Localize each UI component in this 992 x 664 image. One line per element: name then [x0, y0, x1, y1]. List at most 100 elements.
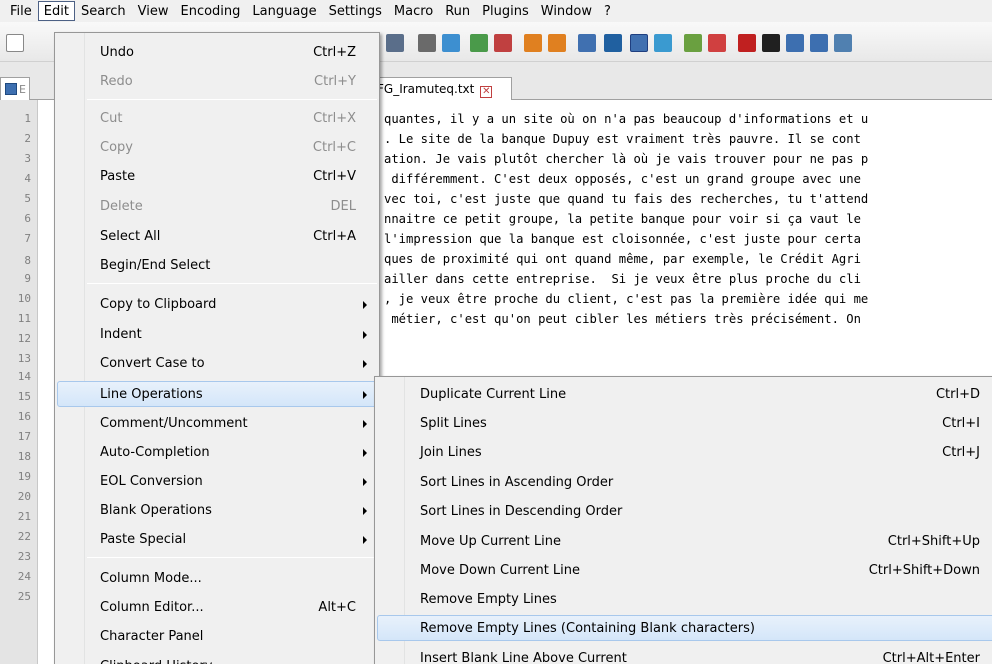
indent-guide-icon[interactable] [630, 34, 648, 52]
menu-window[interactable]: Window [535, 1, 598, 21]
menu-item-shortcut: Ctrl+X [313, 111, 356, 126]
code-line: vec toi, c'est juste que quand tu fais d… [384, 192, 869, 206]
tab-fg-iramuteq[interactable]: FG_Iramuteq.txt ✕ [372, 77, 512, 100]
menu-plugins[interactable]: Plugins [476, 1, 535, 21]
menu-item-copy-to-clipboard[interactable]: Copy to Clipboard [57, 291, 377, 317]
menu-separator [87, 557, 377, 558]
menu-item-column-editor[interactable]: Column Editor... Alt+C [57, 594, 377, 620]
menu-item-label: Redo [100, 74, 133, 89]
menu-item-label: Begin/End Select [100, 258, 211, 273]
menu-item-paste-special[interactable]: Paste Special [57, 526, 377, 552]
menu-run[interactable]: Run [439, 1, 476, 21]
menu-macro[interactable]: Macro [388, 1, 439, 21]
menu-item-begin-end-select[interactable]: Begin/End Select [57, 252, 377, 278]
submenu-arrow-icon [363, 391, 367, 399]
menu-item-select-all[interactable]: Select All Ctrl+A [57, 223, 377, 249]
menu-item-line-operations[interactable]: Line Operations [57, 381, 377, 407]
submenu-item-insert-blank-line-above-current[interactable]: Insert Blank Line Above Current Ctrl+Alt+… [377, 645, 992, 664]
submenu-item-move-up-current-line[interactable]: Move Up Current Line Ctrl+Shift+Up [377, 528, 992, 554]
code-line: ation. Je vais plutôt chercher là où je … [384, 152, 869, 166]
submenu-item-sort-lines-in-ascending-order[interactable]: Sort Lines in Ascending Order [377, 469, 992, 495]
menu-file[interactable]: File [4, 1, 38, 21]
code-line: métier, c'est qu'on peut cibler les méti… [384, 312, 861, 326]
submenu-item-split-lines[interactable]: Split Lines Ctrl+I [377, 410, 992, 436]
show-all-chars-icon[interactable] [604, 34, 622, 52]
menu-edit[interactable]: Edit [37, 1, 75, 21]
menu-item-undo[interactable]: Undo Ctrl+Z [57, 39, 377, 65]
save-macro-icon[interactable] [834, 34, 852, 52]
menu-help[interactable]: ? [598, 1, 617, 21]
tab-partial-label: E [19, 83, 26, 96]
zoom-out-icon[interactable] [494, 34, 512, 52]
find-icon[interactable] [418, 34, 436, 52]
menu-item-column-mode[interactable]: Column Mode... [57, 565, 377, 591]
menu-item-eol-conversion[interactable]: EOL Conversion [57, 468, 377, 494]
replace-icon[interactable] [442, 34, 460, 52]
line-number: 20 [17, 490, 31, 503]
redo-icon[interactable] [386, 34, 404, 52]
menu-item-shortcut: DEL [330, 199, 356, 214]
menu-item-delete[interactable]: Delete DEL [57, 193, 377, 219]
submenu-item-move-down-current-line[interactable]: Move Down Current Line Ctrl+Shift+Down [377, 557, 992, 583]
word-wrap-icon[interactable] [578, 34, 596, 52]
menu-item-label: Convert Case to [100, 356, 205, 371]
menu-item-auto-completion[interactable]: Auto-Completion [57, 439, 377, 465]
close-tab-icon[interactable]: ✕ [480, 86, 493, 98]
menu-item-label: Character Panel [100, 629, 204, 644]
menu-item-copy[interactable]: Copy Ctrl+C [57, 134, 377, 160]
line-number: 5 [24, 192, 31, 205]
line-number: 14 [17, 370, 31, 383]
submenu-arrow-icon [363, 420, 367, 428]
stop-macro-icon[interactable] [762, 34, 780, 52]
submenu-arrow-icon [363, 449, 367, 457]
menu-item-comment-uncomment[interactable]: Comment/Uncomment [57, 410, 377, 436]
menu-item-label: Column Editor... [100, 600, 204, 615]
line-number: 17 [17, 430, 31, 443]
submenu-item-shortcut: Ctrl+Shift+Up [887, 534, 980, 549]
tab-partial[interactable]: E [0, 77, 30, 100]
submenu-item-remove-empty-lines[interactable]: Remove Empty Lines [377, 586, 992, 612]
submenu-item-remove-empty-lines-containing-blank-characters[interactable]: Remove Empty Lines (Containing Blank cha… [377, 615, 992, 641]
play-macro-icon[interactable] [786, 34, 804, 52]
menu-settings[interactable]: Settings [323, 1, 388, 21]
menu-item-label: Undo [100, 45, 134, 60]
line-number: 16 [17, 410, 31, 423]
menu-search[interactable]: Search [75, 1, 132, 21]
submenu-item-sort-lines-in-descending-order[interactable]: Sort Lines in Descending Order [377, 498, 992, 524]
menu-item-redo[interactable]: Redo Ctrl+Y [57, 68, 377, 94]
submenu-item-label: Duplicate Current Line [420, 387, 567, 402]
line-number-gutter: 1 2 3 4 5 6 7 8 9 10 11 12 13 14 15 16 17 18 19 20 21 22 23 24 2… [0, 100, 38, 664]
menu-item-label: Copy [100, 140, 133, 155]
line-number: 6 [24, 212, 31, 225]
sync-horizontal-icon[interactable] [548, 34, 566, 52]
submenu-item-shortcut: Ctrl+I [942, 416, 980, 431]
function-list-icon[interactable] [684, 34, 702, 52]
menu-item-paste[interactable]: Paste Ctrl+V [57, 163, 377, 189]
submenu-item-shortcut: Ctrl+Alt+Enter [882, 651, 980, 664]
folder-workspace-icon[interactable] [708, 34, 726, 52]
menu-item-character-panel[interactable]: Character Panel [57, 623, 377, 649]
menu-item-blank-operations[interactable]: Blank Operations [57, 497, 377, 523]
submenu-item-label: Remove Empty Lines [420, 592, 557, 607]
doc-map-icon[interactable] [654, 34, 672, 52]
sync-vertical-icon[interactable] [524, 34, 542, 52]
menu-item-cut[interactable]: Cut Ctrl+X [57, 105, 377, 131]
menu-item-indent[interactable]: Indent [57, 321, 377, 347]
menu-language[interactable]: Language [246, 1, 322, 21]
submenu-item-join-lines[interactable]: Join Lines Ctrl+J [377, 439, 992, 465]
line-number: 22 [17, 530, 31, 543]
menu-item-shortcut: Ctrl+Z [313, 45, 356, 60]
line-number: 19 [17, 470, 31, 483]
play-macro-multiple-icon[interactable] [810, 34, 828, 52]
menu-encoding[interactable]: Encoding [174, 1, 246, 21]
menu-bar: File Edit Search View Encoding Language … [0, 0, 992, 22]
menu-item-clipboard-history[interactable]: Clipboard History [57, 653, 377, 664]
record-macro-icon[interactable] [738, 34, 756, 52]
menu-view[interactable]: View [132, 1, 175, 21]
submenu-item-duplicate-current-line[interactable]: Duplicate Current Line Ctrl+D [377, 381, 992, 407]
code-line: différemment. C'est deux opposés, c'est … [384, 172, 861, 186]
new-file-icon[interactable] [6, 34, 24, 52]
menu-item-convert-case-to[interactable]: Convert Case to [57, 350, 377, 376]
zoom-in-icon[interactable] [470, 34, 488, 52]
code-line: quantes, il y a un site où on n'a pas be… [384, 112, 869, 126]
